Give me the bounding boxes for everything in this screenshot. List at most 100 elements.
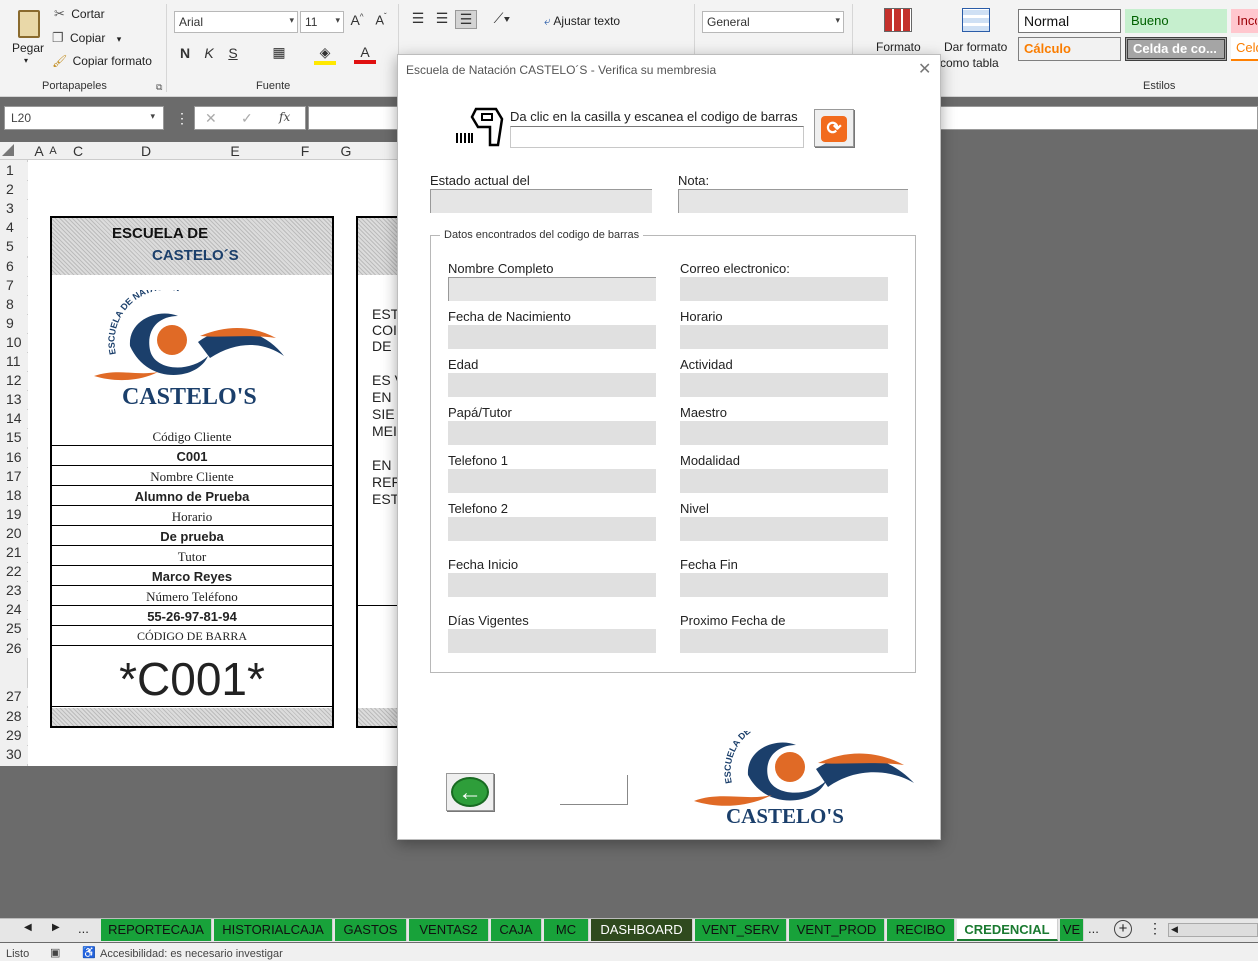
sheet-tab-recibo[interactable]: RECIBO	[887, 919, 955, 941]
field-value-right[interactable]	[680, 421, 888, 445]
underline-button[interactable]: S	[224, 45, 242, 61]
field-value-left[interactable]	[448, 277, 656, 301]
row-header[interactable]: 26	[0, 639, 28, 658]
enter-icon[interactable]: ✓	[241, 110, 253, 127]
style-normal[interactable]: Normal	[1018, 9, 1121, 33]
dialog-launcher-icon[interactable]: ⧉	[156, 82, 162, 93]
row-header[interactable]: 19	[0, 505, 28, 524]
row-header[interactable]: 11	[0, 353, 28, 371]
style-celda-vinculada[interactable]: Celd	[1231, 37, 1258, 61]
horizontal-scrollbar[interactable]: ◀	[1168, 923, 1258, 937]
format-as-table-button[interactable]: Dar formato como tabla	[938, 6, 1014, 72]
field-value-left[interactable]	[448, 629, 656, 653]
italic-button[interactable]: K	[200, 45, 218, 61]
nota-field[interactable]	[678, 189, 908, 213]
column-header[interactable]: D	[98, 142, 194, 160]
scroll-right-icon[interactable]: ▶	[52, 922, 60, 933]
row-header[interactable]: 29	[0, 727, 28, 745]
font-color-icon[interactable]: A	[354, 44, 376, 64]
row-header[interactable]: 6	[0, 257, 28, 276]
decrease-font-icon[interactable]: Aˇ	[371, 12, 391, 27]
row-header[interactable]: 5	[0, 238, 28, 257]
row-header[interactable]: 15	[0, 429, 28, 448]
row-header[interactable]: 9	[0, 314, 28, 333]
more-options-icon[interactable]: ⋮	[175, 110, 189, 127]
refresh-button[interactable]: ⟳	[814, 109, 854, 147]
field-value-right[interactable]	[680, 325, 888, 349]
add-sheet-icon[interactable]: +	[1114, 920, 1132, 938]
conditional-format-button[interactable]: Formato	[868, 6, 930, 56]
row-header[interactable]: 13	[0, 391, 28, 410]
row-header[interactable]: 22	[0, 563, 28, 582]
column-header[interactable]: F	[276, 142, 334, 160]
align-bottom-icon[interactable]: ☰	[455, 10, 477, 29]
field-value-left[interactable]	[448, 373, 656, 397]
row-header[interactable]: 21	[0, 544, 28, 562]
accessibility-icon[interactable]: ♿	[82, 946, 96, 959]
row-header[interactable]: 24	[0, 601, 28, 620]
tab-options-icon[interactable]: ⋮	[1148, 920, 1162, 937]
row-header[interactable]: 27	[0, 688, 28, 706]
close-icon[interactable]: ✕	[918, 59, 931, 79]
barcode-input[interactable]	[510, 126, 804, 148]
row-header[interactable]: 30	[0, 746, 28, 764]
scroll-left-icon[interactable]: ◀	[24, 922, 32, 933]
row-header[interactable]: 4	[0, 219, 28, 238]
row-header[interactable]: 10	[0, 333, 28, 352]
sheet-tab-vent-prod[interactable]: VENT_PROD	[789, 919, 885, 941]
row-header[interactable]: 25	[0, 620, 28, 639]
field-value-right[interactable]	[680, 373, 888, 397]
fill-color-icon[interactable]: ◈	[314, 44, 336, 65]
sheet-tab-vent-serv[interactable]: VENT_SERV	[695, 919, 787, 941]
row-header[interactable]: 12	[0, 372, 28, 391]
row-header[interactable]: 3	[0, 200, 28, 219]
more-tabs-right[interactable]: ...	[1088, 921, 1099, 936]
number-format-select[interactable]: General ▾	[702, 11, 844, 33]
column-header[interactable]: E	[194, 142, 276, 160]
style-celda-comprobacion[interactable]: Celda de co...	[1125, 37, 1227, 61]
row-header[interactable]: 1	[0, 162, 28, 180]
sheet-tab-caja[interactable]: CAJA	[491, 919, 542, 941]
row-header[interactable]: 23	[0, 582, 28, 601]
copy-format-button[interactable]: 🖌 Copiar formato	[52, 54, 156, 72]
sheet-tab-credencial[interactable]: CREDENCIAL	[957, 919, 1058, 941]
style-calculo[interactable]: Cálculo	[1018, 37, 1121, 61]
cut-button[interactable]: ✂ Cortar	[54, 6, 114, 24]
row-header[interactable]: 14	[0, 410, 28, 429]
row-header[interactable]: 20	[0, 524, 28, 543]
row-header[interactable]: 16	[0, 448, 28, 467]
sheet-tab-historialcaja[interactable]: HISTORIALCAJA	[214, 919, 333, 941]
orientation-icon[interactable]: ⟋▾	[488, 10, 516, 27]
field-value-left[interactable]	[448, 469, 656, 493]
insert-function-icon[interactable]: fx	[279, 110, 290, 124]
name-box[interactable]: L20 ▾	[4, 106, 164, 130]
borders-icon[interactable]: ▦	[268, 44, 290, 61]
row-header[interactable]: 2	[0, 181, 28, 200]
scrollbar-left-arrow[interactable]: ◀	[1171, 924, 1178, 935]
field-value-left[interactable]	[448, 517, 656, 541]
sheet-tab-ve[interactable]: VE	[1060, 919, 1084, 941]
sheet-tab-reportecaja[interactable]: REPORTECAJA	[101, 919, 212, 941]
sheet-tab-dashboard[interactable]: DASHBOARD	[591, 919, 693, 941]
cancel-icon[interactable]: ✕	[205, 110, 217, 127]
column-header[interactable]: A	[30, 142, 48, 160]
row-header[interactable]: 28	[0, 708, 28, 726]
align-top-icon[interactable]: ☰	[408, 10, 428, 27]
font-size-select[interactable]: 11 ▾	[300, 11, 344, 33]
column-header[interactable]: G	[334, 142, 358, 160]
style-incorrecto[interactable]: Inco	[1231, 9, 1258, 33]
status-accessibility[interactable]: Accesibilidad: es necesario investigar	[100, 948, 283, 960]
field-value-left[interactable]	[448, 421, 656, 445]
wrap-text-button[interactable]: ⤶ Ajustar texto	[544, 14, 620, 29]
style-bueno[interactable]: Bueno	[1125, 9, 1227, 33]
increase-font-icon[interactable]: A^	[347, 12, 367, 28]
copy-button[interactable]: ❐ Copiar ▾	[52, 30, 132, 48]
field-value-right[interactable]	[680, 277, 888, 301]
align-middle-icon[interactable]: ☰	[432, 10, 452, 27]
row-header[interactable]: 17	[0, 467, 28, 486]
sheet-tab-ventas2[interactable]: VENTAS2	[409, 919, 489, 941]
column-header[interactable]: C	[58, 142, 98, 160]
more-tabs-left[interactable]: ...	[78, 921, 89, 936]
field-value-right[interactable]	[680, 573, 888, 597]
paste-button[interactable]: Pegar ▾	[10, 6, 46, 66]
